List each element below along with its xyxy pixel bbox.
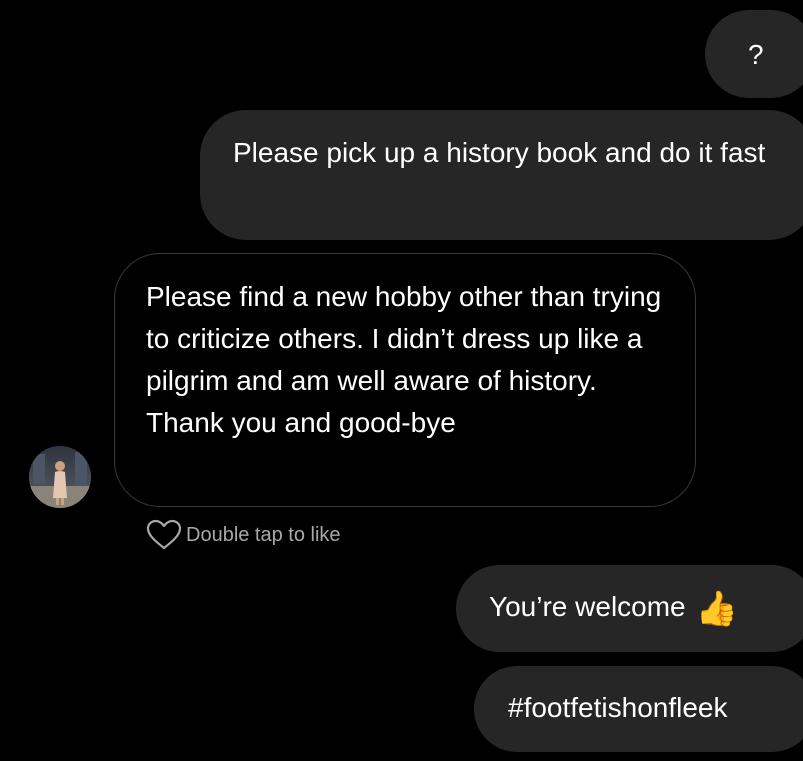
received-message-bubble[interactable]: Please find a new hobby other than tryin…	[114, 253, 696, 507]
user-avatar-photo	[29, 446, 91, 508]
message-text: ?	[748, 39, 764, 70]
double-tap-like-hint[interactable]: Double tap to like	[146, 518, 341, 552]
sent-message-bubble[interactable]: You’re welcome 👍	[456, 565, 803, 652]
sent-message-bubble[interactable]: #footfetishonfleek	[474, 666, 803, 752]
message-text: Please find a new hobby other than tryin…	[146, 281, 662, 438]
message-text: #footfetishonfleek	[508, 692, 728, 723]
sent-message-bubble[interactable]: ?	[705, 10, 803, 98]
double-tap-label: Double tap to like	[186, 523, 341, 546]
heart-outline-icon[interactable]	[146, 519, 182, 551]
message-text: Please pick up a history book and do it …	[233, 137, 766, 168]
thumbs-up-emoji: 👍	[695, 590, 738, 628]
sent-message-bubble[interactable]: Please pick up a history book and do it …	[200, 110, 803, 240]
message-text: You’re welcome	[489, 591, 686, 622]
avatar[interactable]	[29, 446, 91, 508]
